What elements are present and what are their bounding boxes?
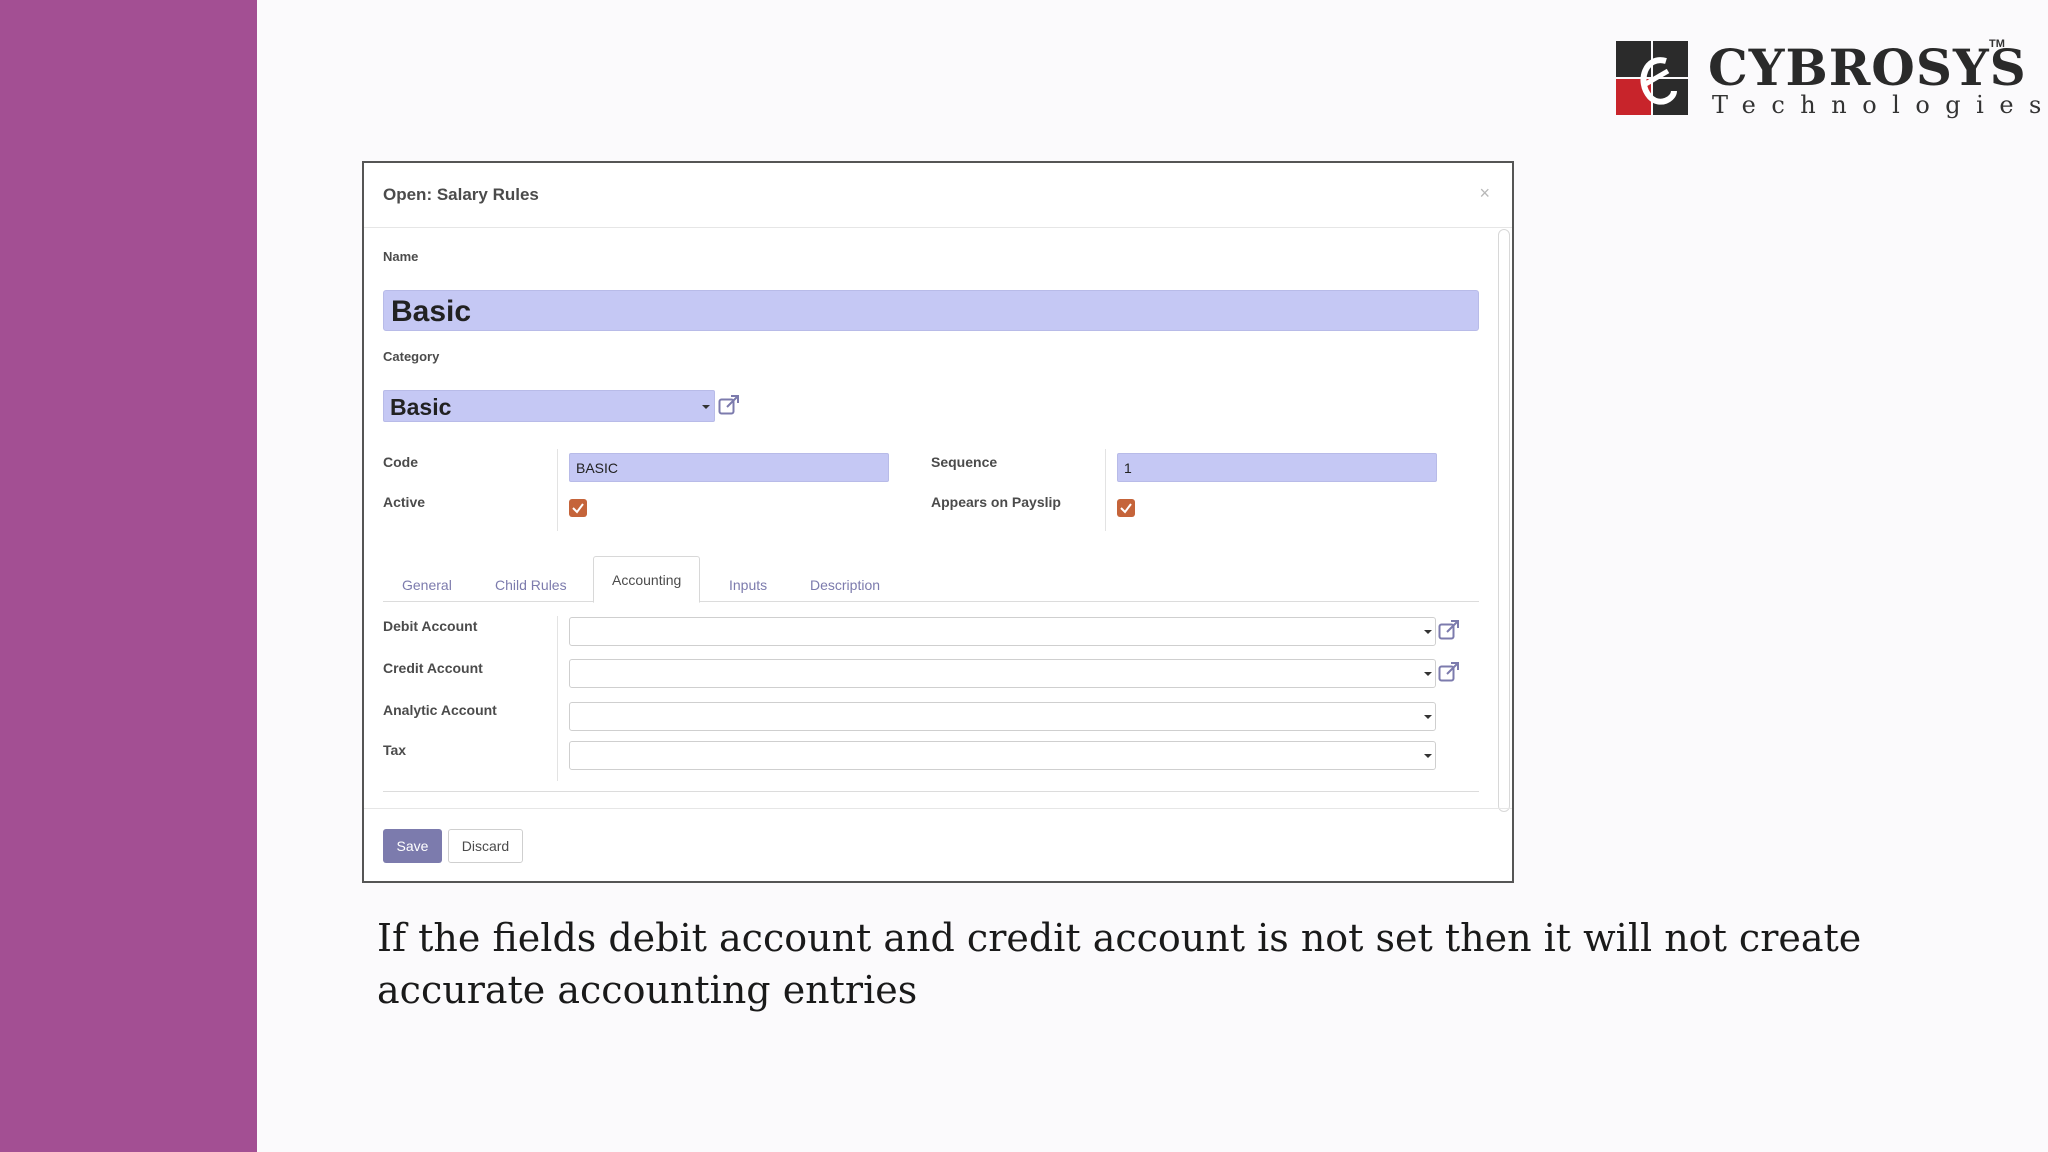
field-separator	[1105, 449, 1106, 531]
sequence-input[interactable]: 1	[1117, 453, 1437, 482]
external-link-icon[interactable]	[1438, 661, 1460, 683]
field-separator	[557, 449, 558, 531]
credit-account-label: Credit Account	[383, 660, 483, 676]
discard-button[interactable]: Discard	[448, 829, 523, 863]
debit-account-select[interactable]	[569, 617, 1436, 646]
checkmark-icon	[1120, 503, 1132, 514]
name-label: Name	[383, 249, 419, 264]
code-input[interactable]: BASIC	[569, 453, 889, 482]
slide-caption: If the fields debit account and credit a…	[377, 916, 1862, 1012]
dialog-footer: Save Discard	[364, 808, 1512, 883]
chevron-down-icon	[702, 405, 710, 409]
chevron-down-icon	[1424, 715, 1432, 719]
active-label: Active	[383, 494, 426, 510]
tab-general[interactable]: General	[402, 568, 452, 602]
external-link-icon[interactable]	[1438, 619, 1460, 641]
sequence-value: 1	[1124, 460, 1132, 476]
category-label: Category	[383, 349, 440, 364]
tab-description[interactable]: Description	[810, 568, 880, 602]
salary-rules-dialog: Open: Salary Rules × Name Basic Category…	[362, 161, 1514, 883]
cybrosys-logo-icon	[1616, 41, 1688, 115]
tab-accounting[interactable]: Accounting	[593, 556, 701, 603]
chevron-down-icon	[1424, 672, 1432, 676]
analytic-account-label: Analytic Account	[383, 702, 497, 718]
external-link-icon[interactable]	[718, 394, 740, 416]
tax-select[interactable]	[569, 741, 1436, 770]
brand-logo: CYBROSYS TM Technologies	[1616, 38, 2041, 119]
close-icon[interactable]: ×	[1479, 183, 1490, 204]
brand-name: CYBROSYS	[1708, 38, 2027, 97]
form-divider	[383, 791, 1479, 792]
dialog-title: Open: Salary Rules	[383, 185, 539, 204]
tab-child-rules[interactable]: Child Rules	[495, 568, 567, 602]
category-value: Basic	[390, 394, 452, 420]
chevron-down-icon	[1424, 630, 1432, 634]
checkmark-icon	[572, 503, 584, 514]
chevron-down-icon	[1424, 754, 1432, 758]
name-value: Basic	[391, 295, 472, 328]
tax-label: Tax	[383, 742, 407, 758]
left-accent-band	[0, 0, 257, 1152]
tab-inputs[interactable]: Inputs	[729, 568, 767, 602]
brand-trademark: TM	[1989, 38, 2005, 50]
credit-account-select[interactable]	[569, 659, 1436, 688]
sequence-label: Sequence	[931, 454, 998, 470]
save-button[interactable]: Save	[383, 829, 442, 863]
debit-account-label: Debit Account	[383, 618, 478, 634]
name-input[interactable]: Basic	[383, 290, 1479, 331]
dialog-scrollbar[interactable]	[1498, 229, 1510, 812]
appears-on-payslip-checkbox[interactable]	[1117, 499, 1135, 517]
analytic-account-select[interactable]	[569, 702, 1436, 731]
field-separator	[557, 616, 558, 781]
brand-subtitle: Technologies	[1712, 91, 2048, 119]
code-label: Code	[383, 454, 418, 470]
appears-on-payslip-label: Appears on Payslip	[931, 494, 1061, 510]
code-value: BASIC	[576, 460, 619, 476]
category-select[interactable]: Basic	[383, 390, 715, 422]
active-checkbox[interactable]	[569, 499, 587, 517]
dialog-header: Open: Salary Rules ×	[364, 163, 1512, 228]
